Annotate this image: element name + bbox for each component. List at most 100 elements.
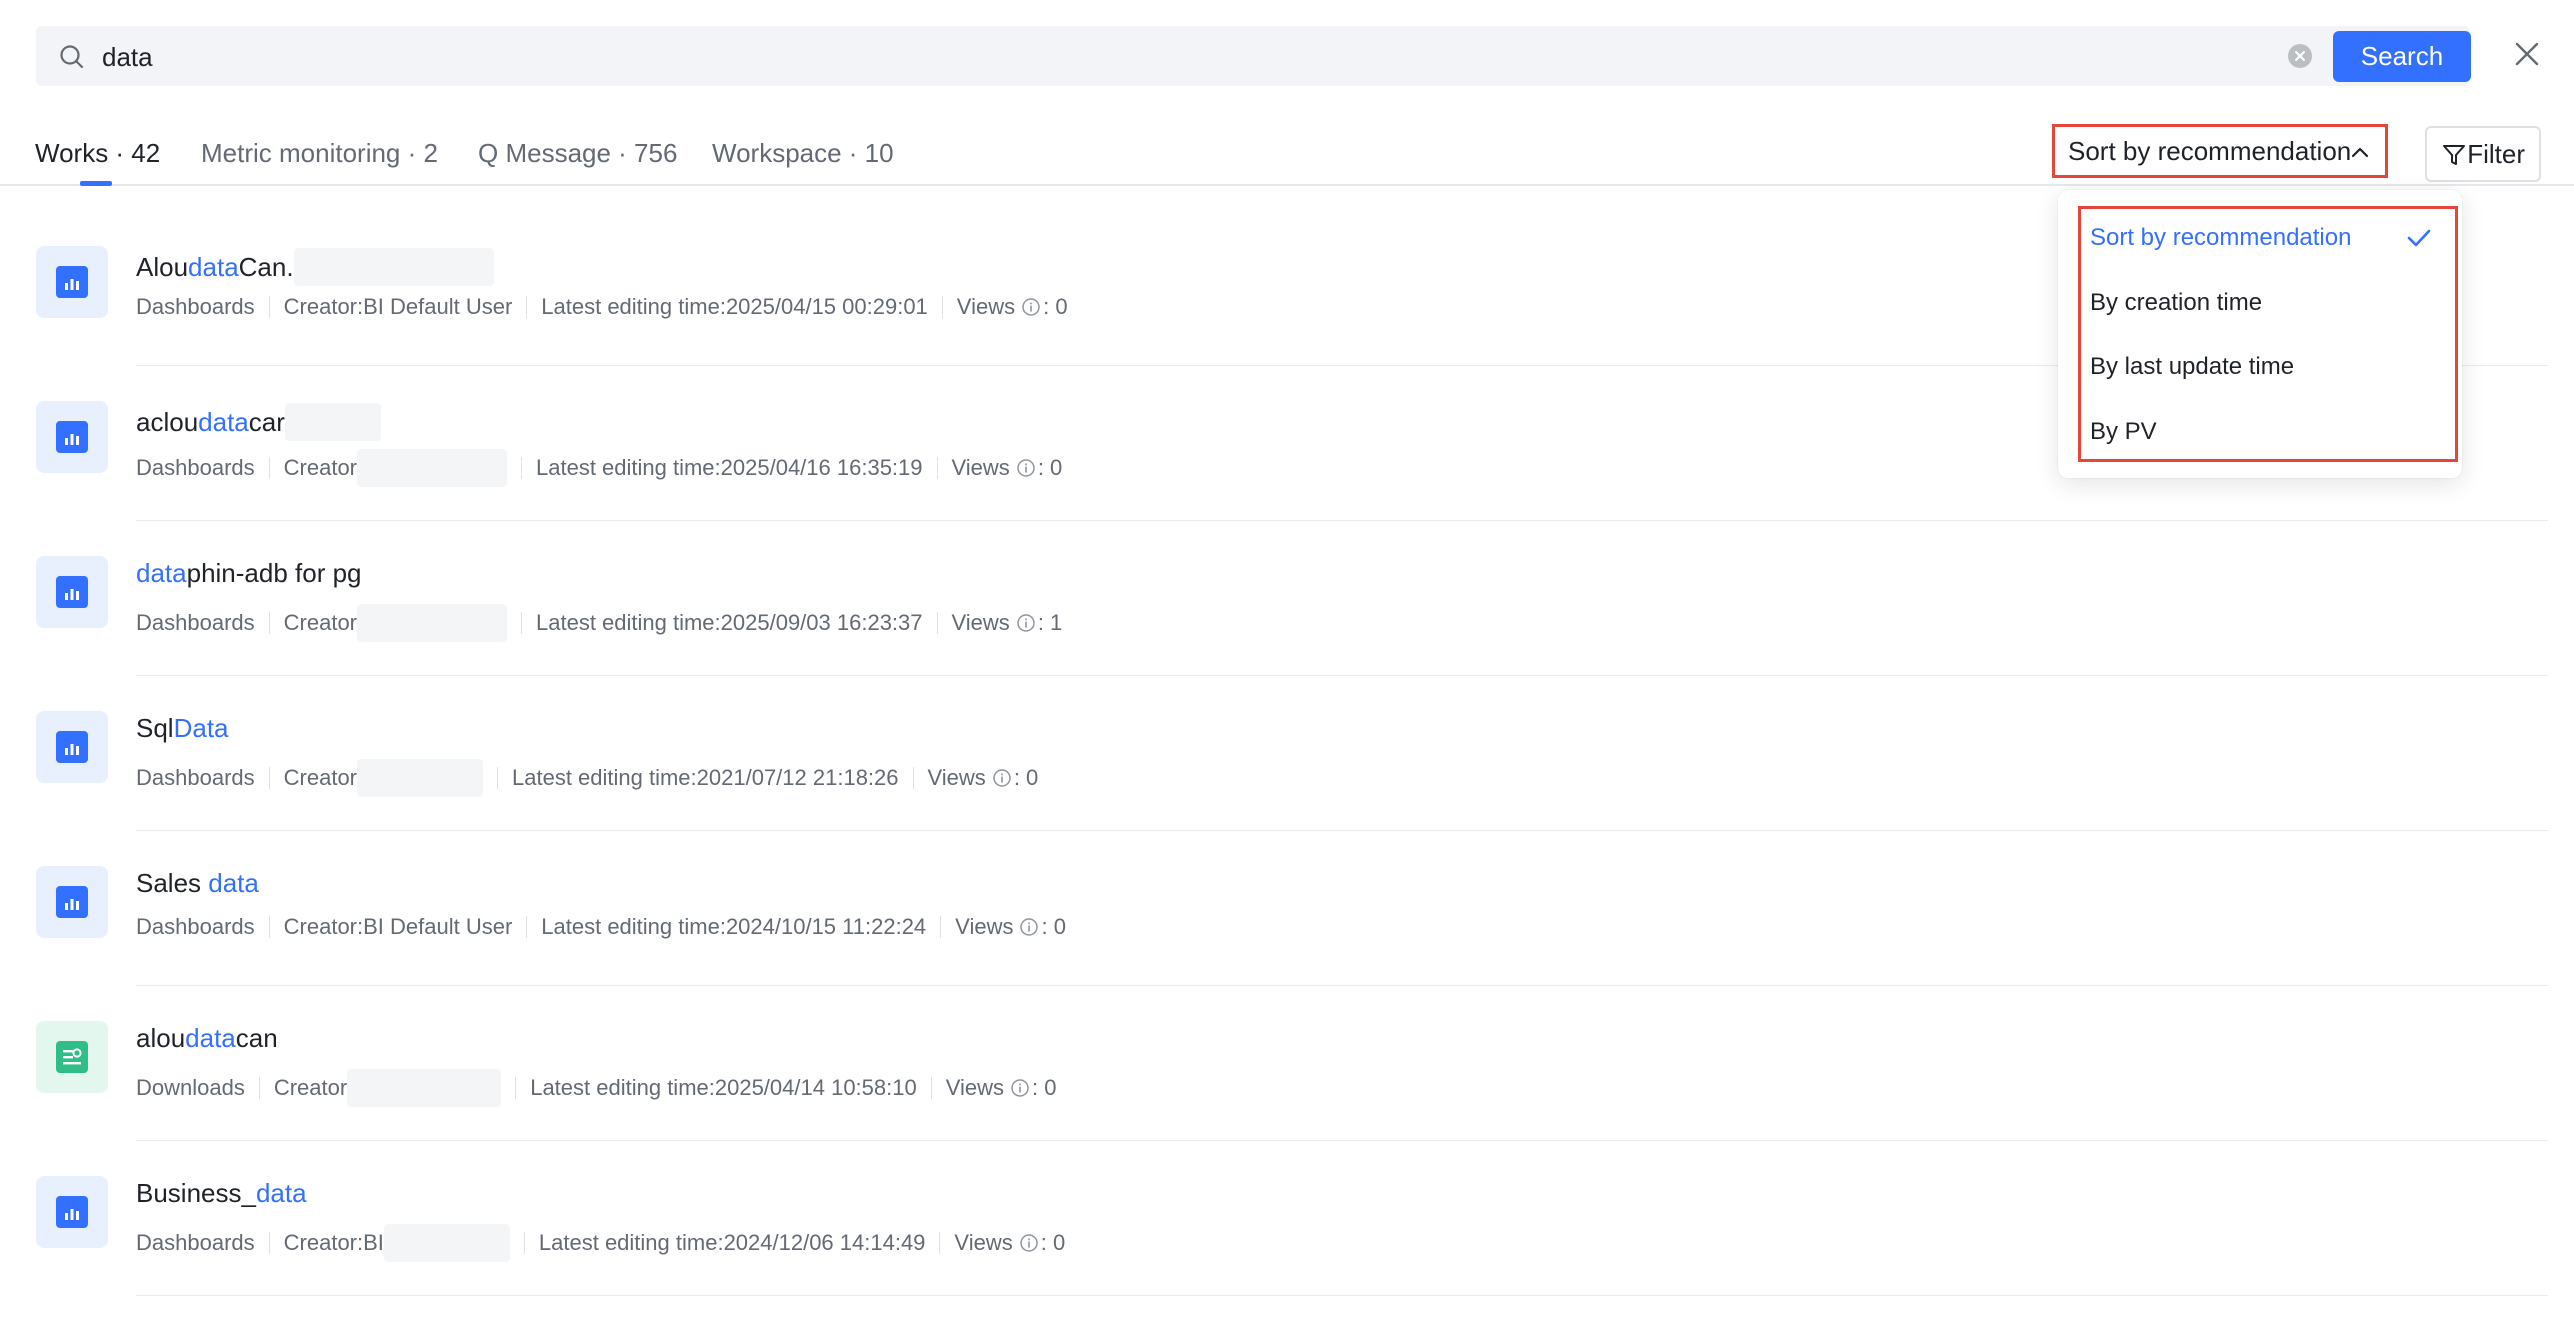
tab-metric-monitoring[interactable]: Metric monitoring · 2 xyxy=(201,138,438,169)
meta-separator xyxy=(526,916,528,938)
result-edit-time: Latest editing time:2025/09/03 16:23:37 xyxy=(536,610,923,635)
result-row[interactable]: Business_ data Dashboards Creator:BI Latest … xyxy=(0,1142,2574,1296)
sort-select-label: Sort by recommendation xyxy=(2068,135,2352,166)
result-type: Dashboards xyxy=(136,610,255,635)
tab-q-message[interactable]: Q Message · 756 xyxy=(478,138,677,169)
result-meta: Dashboards Creator Latest editing time:202… xyxy=(136,449,1062,487)
result-creator: Creator xyxy=(283,765,357,790)
row-divider xyxy=(136,520,2548,521)
result-title[interactable]: Business_ data xyxy=(136,1178,307,1209)
row-divider xyxy=(136,675,2548,676)
result-views-label: Views xyxy=(955,914,1014,939)
meta-separator xyxy=(523,1232,525,1254)
meta-separator xyxy=(268,612,270,634)
search-input[interactable] xyxy=(100,32,2294,82)
dropdown-highlight-box xyxy=(2078,206,2458,462)
sort-select[interactable]: Sort by recommendation xyxy=(2052,124,2388,178)
result-title-match: data xyxy=(198,406,249,437)
result-type: Downloads xyxy=(136,1075,245,1100)
dashboard-icon xyxy=(36,866,108,938)
result-meta: Dashboards Creator Latest editing time:202… xyxy=(136,604,1062,642)
meta-separator xyxy=(497,767,498,789)
row-divider xyxy=(136,830,2548,831)
row-divider xyxy=(136,985,2548,986)
result-type: Dashboards xyxy=(136,765,255,790)
result-views-count: : 0 xyxy=(1032,1075,1057,1100)
result-title[interactable]: Sql Data xyxy=(136,713,229,744)
result-views-label: Views xyxy=(951,455,1010,480)
dashboard-icon xyxy=(36,711,108,783)
tab-works[interactable]: Works · 42 xyxy=(35,138,160,169)
meta-separator xyxy=(939,1232,941,1254)
result-views-label: Views xyxy=(927,765,986,790)
result-edit-time: Latest editing time:2025/04/14 10:58:10 xyxy=(530,1075,917,1100)
meta-separator xyxy=(521,457,522,479)
dashboard-icon xyxy=(36,246,108,318)
result-title[interactable]: Sales data xyxy=(136,868,259,899)
result-views-count: : 1 xyxy=(1037,610,1063,635)
dashboard-icon xyxy=(36,556,108,628)
meta-separator xyxy=(515,1077,517,1099)
result-row[interactable]: Sales data Dashboards Creator:BI Default U… xyxy=(0,832,2574,986)
result-row[interactable]: Sql Data Dashboards Creator Latest editing t… xyxy=(0,677,2574,831)
redacted-text xyxy=(357,449,507,487)
redacted-text xyxy=(357,759,483,797)
result-edit-time: Latest editing time:2025/04/16 16:35:19 xyxy=(536,455,923,480)
info-icon[interactable] xyxy=(1019,917,1039,937)
info-icon[interactable] xyxy=(1016,458,1036,478)
result-title-text: Sql xyxy=(136,713,174,743)
result-creator: Creator:BI Default User xyxy=(283,914,513,939)
info-icon[interactable] xyxy=(1010,1078,1030,1098)
filter-button[interactable]: Filter xyxy=(2425,126,2541,182)
result-row[interactable]: alou data can Downloads Creator Latest editin… xyxy=(0,987,2574,1141)
result-type: Dashboards xyxy=(136,1230,255,1255)
meta-separator xyxy=(268,457,270,479)
result-title-match: data xyxy=(185,1023,236,1053)
result-title[interactable]: data phin-adb for pg xyxy=(136,558,362,589)
result-views-count: : 0 xyxy=(1040,1230,1066,1255)
result-type: Dashboards xyxy=(136,455,255,480)
result-title[interactable]: aclou data car xyxy=(136,403,381,441)
result-edit-time: Latest editing time:2024/10/15 11:22:24 xyxy=(541,914,927,939)
result-title[interactable]: Alou data Can. xyxy=(136,248,494,286)
result-views-count: : 0 xyxy=(1037,455,1063,480)
result-creator: Creator xyxy=(283,455,357,480)
close-icon[interactable] xyxy=(2513,40,2541,68)
download-icon xyxy=(36,1021,108,1093)
result-title[interactable]: alou data can xyxy=(136,1023,278,1054)
result-type: Dashboards xyxy=(136,914,255,939)
info-icon[interactable] xyxy=(992,768,1012,788)
result-views-label: Views xyxy=(954,1230,1013,1255)
result-creator: Creator:BI Default User xyxy=(283,294,513,319)
info-icon[interactable] xyxy=(1021,297,1041,317)
info-icon[interactable] xyxy=(1016,613,1036,633)
search-icon xyxy=(60,45,84,69)
result-title-text: Alou xyxy=(136,251,189,282)
meta-separator xyxy=(526,296,528,318)
search-button[interactable]: Search xyxy=(2333,31,2471,82)
result-title-match: data xyxy=(208,868,259,898)
result-title-text: can xyxy=(235,1023,278,1053)
info-icon[interactable] xyxy=(1019,1233,1039,1253)
result-row[interactable]: data phin-adb for pg Dashboards Creator Late… xyxy=(0,522,2574,676)
result-title-text: Business_ xyxy=(136,1178,256,1208)
result-title-text: Sales xyxy=(136,868,209,898)
result-edit-time: Latest editing time:2024/12/06 14:14:49 xyxy=(538,1230,926,1255)
row-divider xyxy=(136,1140,2548,1141)
result-title-match: data xyxy=(255,1178,307,1208)
redacted-text xyxy=(383,1224,510,1262)
redacted-text xyxy=(357,604,507,642)
tab-workspace[interactable]: Workspace · 10 xyxy=(712,138,894,169)
clear-icon[interactable] xyxy=(2287,43,2313,69)
filter-label: Filter xyxy=(2467,138,2525,169)
result-meta: Dashboards Creator:BI Default User Latest … xyxy=(136,914,1066,940)
dashboard-icon xyxy=(36,401,108,473)
result-creator: Creator xyxy=(283,610,357,635)
result-edit-time: Latest editing time:2021/07/12 21:18:26 xyxy=(512,765,899,790)
row-divider xyxy=(136,1295,2548,1296)
meta-separator xyxy=(521,612,522,634)
meta-separator xyxy=(268,916,270,938)
result-meta: Dashboards Creator:BI Latest editing time:… xyxy=(136,1224,1065,1262)
result-title-text: car xyxy=(248,406,285,437)
meta-separator xyxy=(941,296,943,318)
